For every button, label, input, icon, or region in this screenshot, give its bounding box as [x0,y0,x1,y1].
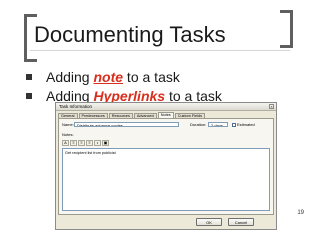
duration-label: Duration: [190,122,207,127]
duration-input[interactable]: 2 days [208,122,228,127]
dialog-title: Task Information [59,104,93,109]
page-number: 19 [297,210,304,216]
bullet-keyword-note: note [93,69,124,85]
insert-object-icon[interactable]: ▣ [102,140,109,146]
notes-label: Notes: [62,132,74,137]
task-information-dialog: Task Information × General Predecessors … [55,102,277,230]
task-fields-row: Name: Distribute advance copies Duration… [62,122,270,129]
right-bracket-bottom [280,45,293,48]
bullets-icon[interactable]: • [94,140,101,146]
estimated-checkbox[interactable] [232,123,236,127]
task-name-input[interactable]: Distribute advance copies [74,122,179,127]
estimated-label: Estimated [237,122,255,127]
ok-button[interactable]: OK [196,218,222,226]
align-center-icon[interactable]: ≡ [78,140,85,146]
notes-panel: Name: Distribute advance copies Duration… [58,118,274,215]
right-bracket-vertical [290,10,293,48]
bullet-note: Adding note to a task [26,69,180,85]
slide-title: Documenting Tasks [34,22,226,47]
bullet-text-prefix: Adding [46,69,94,85]
left-bracket-top [24,14,37,17]
bullet-text-suffix: to a task [123,69,180,85]
dialog-title-bar: Task Information × [56,103,276,111]
left-bracket-vertical [24,14,27,62]
notes-toolbar: A ≡ ≡ ≡ • ▣ [62,140,109,147]
align-right-icon[interactable]: ≡ [86,140,93,146]
notes-textarea[interactable]: Get recipient list from publicist [62,148,270,211]
right-bracket-top [280,10,293,13]
font-icon[interactable]: A [62,140,69,146]
bullet-square-icon [26,74,32,80]
name-label: Name: [62,122,74,127]
bullet-square-icon [26,93,32,99]
align-left-icon[interactable]: ≡ [70,140,77,146]
title-divider [30,50,290,51]
left-bracket-bottom [24,59,37,62]
cancel-button[interactable]: Cancel [228,218,254,226]
close-icon[interactable]: × [269,104,274,109]
